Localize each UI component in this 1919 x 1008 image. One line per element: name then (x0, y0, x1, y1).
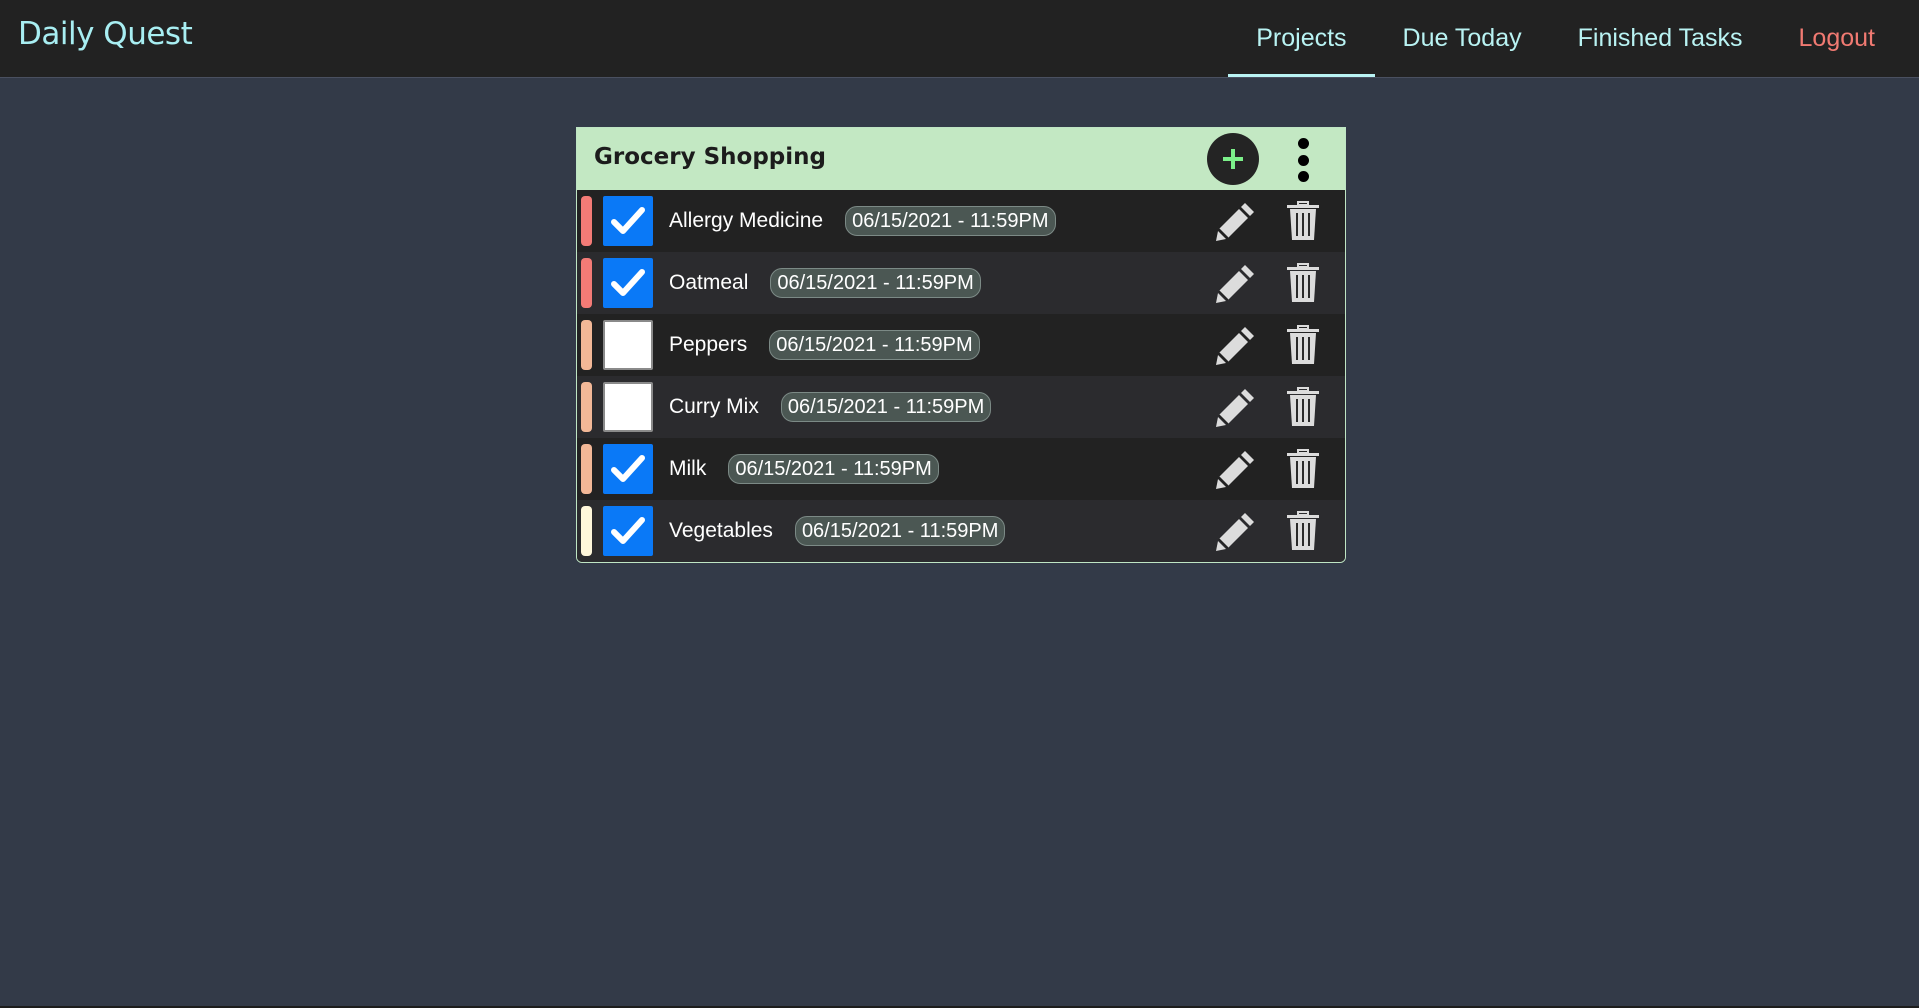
pencil-icon (1216, 203, 1254, 241)
checkmark-icon (611, 207, 645, 234)
task-row: Oatmeal 06/15/2021 - 11:59PM (577, 252, 1345, 314)
kebab-dot (1297, 171, 1309, 182)
task-checkbox[interactable] (603, 444, 653, 494)
task-checkbox[interactable] (603, 320, 653, 370)
add-task-button[interactable] (1207, 133, 1259, 185)
task-info: Peppers 06/15/2021 - 11:59PM (669, 314, 980, 376)
priority-indicator (581, 320, 592, 370)
pencil-icon (1216, 513, 1254, 551)
due-date-badge: 06/15/2021 - 11:59PM (769, 330, 980, 360)
task-info: Milk 06/15/2021 - 11:59PM (669, 438, 939, 500)
delete-task-button[interactable] (1285, 510, 1321, 552)
trash-icon (1287, 263, 1319, 302)
task-checkbox[interactable] (603, 506, 653, 556)
nav-projects[interactable]: Projects (1228, 0, 1375, 77)
task-info: Oatmeal 06/15/2021 - 11:59PM (669, 252, 981, 314)
trash-icon (1287, 387, 1319, 426)
due-date-badge: 06/15/2021 - 11:59PM (728, 454, 939, 484)
task-list: Allergy Medicine 06/15/2021 - 11:59PM Oa… (577, 190, 1345, 562)
delete-task-button[interactable] (1285, 262, 1321, 304)
delete-task-button[interactable] (1285, 200, 1321, 242)
top-navbar: Daily Quest Projects Due Today Finished … (0, 0, 1919, 78)
priority-indicator (581, 196, 592, 246)
task-name: Allergy Medicine (669, 209, 824, 232)
due-date-badge: 06/15/2021 - 11:59PM (845, 206, 1056, 236)
priority-indicator (581, 382, 592, 432)
priority-indicator (581, 444, 592, 494)
edit-task-button[interactable] (1215, 448, 1257, 490)
priority-indicator (581, 258, 592, 308)
due-date-badge: 06/15/2021 - 11:59PM (780, 392, 992, 422)
pencil-icon (1216, 265, 1254, 303)
main-nav: Projects Due Today Finished Tasks Logout (1228, 0, 1919, 77)
task-info: Curry Mix 06/15/2021 - 11:59PM (669, 376, 992, 438)
task-row: Curry Mix 06/15/2021 - 11:59PM (577, 376, 1345, 438)
task-info: Vegetables 06/15/2021 - 11:59PM (669, 500, 1006, 562)
nav-due-today[interactable]: Due Today (1375, 0, 1550, 77)
task-checkbox[interactable] (603, 258, 653, 308)
kebab-dot (1297, 154, 1309, 166)
project-card-header: Grocery Shopping (577, 128, 1345, 190)
task-name: Vegetables (669, 519, 773, 542)
nav-finished-tasks[interactable]: Finished Tasks (1550, 0, 1771, 77)
project-card: Grocery Shopping Allergy Medicine 06/15/… (576, 127, 1346, 563)
task-checkbox[interactable] (603, 196, 653, 246)
pencil-icon (1216, 451, 1254, 489)
trash-icon (1287, 201, 1319, 240)
task-row: Milk 06/15/2021 - 11:59PM (577, 438, 1345, 500)
edit-task-button[interactable] (1215, 262, 1257, 304)
brand-logo[interactable]: Daily Quest (18, 16, 193, 52)
edit-task-button[interactable] (1215, 510, 1257, 552)
edit-task-button[interactable] (1215, 386, 1257, 428)
nav-logout[interactable]: Logout (1771, 0, 1919, 77)
pencil-icon (1216, 327, 1254, 365)
task-name: Milk (669, 457, 707, 480)
delete-task-button[interactable] (1285, 448, 1321, 490)
plus-icon (1223, 149, 1243, 169)
checkmark-icon (611, 269, 645, 296)
delete-task-button[interactable] (1285, 324, 1321, 366)
task-name: Oatmeal (669, 271, 749, 294)
edit-task-button[interactable] (1215, 324, 1257, 366)
task-name: Peppers (669, 333, 748, 356)
pencil-icon (1216, 389, 1254, 427)
task-row: Peppers 06/15/2021 - 11:59PM (577, 314, 1345, 376)
checkmark-icon (611, 455, 645, 482)
trash-icon (1287, 449, 1319, 488)
task-row: Vegetables 06/15/2021 - 11:59PM (577, 500, 1345, 562)
due-date-badge: 06/15/2021 - 11:59PM (794, 516, 1006, 546)
trash-icon (1287, 325, 1319, 364)
kebab-dot (1297, 138, 1309, 149)
project-title: Grocery Shopping (594, 144, 826, 170)
task-info: Allergy Medicine 06/15/2021 - 11:59PM (669, 190, 1056, 252)
project-menu-button[interactable] (1291, 138, 1315, 182)
task-row: Allergy Medicine 06/15/2021 - 11:59PM (577, 190, 1345, 252)
task-name: Curry Mix (669, 395, 759, 418)
delete-task-button[interactable] (1285, 386, 1321, 428)
task-checkbox[interactable] (603, 382, 653, 432)
edit-task-button[interactable] (1215, 200, 1257, 242)
checkmark-icon (611, 517, 645, 544)
due-date-badge: 06/15/2021 - 11:59PM (770, 268, 981, 298)
trash-icon (1287, 511, 1319, 550)
priority-indicator (581, 506, 592, 556)
